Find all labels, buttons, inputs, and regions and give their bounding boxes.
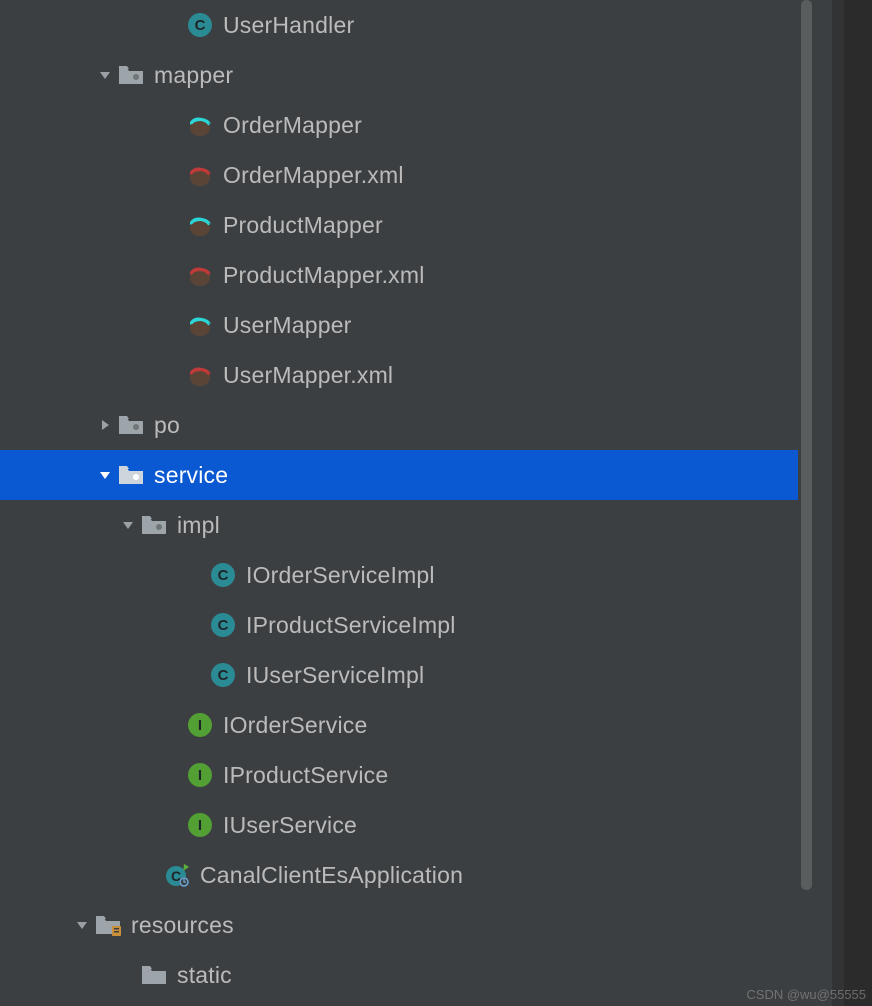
tree-row[interactable]: C IProductServiceImpl (0, 600, 815, 650)
tree-item-label: ProductMapper.xml (223, 262, 425, 289)
mybatis-cyan-icon (187, 112, 213, 138)
tree-row[interactable]: OrderMapper (0, 100, 815, 150)
editor-gutter (844, 0, 872, 1006)
class-icon: C (187, 12, 213, 38)
chevron-down-icon[interactable] (92, 468, 118, 482)
tree-item-label: UserMapper (223, 312, 352, 339)
tree-row[interactable]: I IOrderService (0, 700, 815, 750)
interface-icon: I (187, 762, 213, 788)
tree-row[interactable]: ProductMapper.xml (0, 250, 815, 300)
scrollbar-thumb[interactable] (801, 0, 812, 890)
tree-row[interactable]: OrderMapper.xml (0, 150, 815, 200)
tree-item-label: IProductServiceImpl (246, 612, 456, 639)
tree-item-label: UserMapper.xml (223, 362, 393, 389)
mybatis-red-icon (187, 362, 213, 388)
folder-icon (118, 412, 144, 438)
tree-row[interactable]: impl (0, 500, 815, 550)
interface-icon: I (187, 812, 213, 838)
tree-item-label: UserHandler (223, 12, 354, 39)
tree-item-label: po (154, 412, 180, 439)
tree-row[interactable]: C IUserServiceImpl (0, 650, 815, 700)
mybatis-cyan-icon (187, 212, 213, 238)
tree-item-label: mapper (154, 62, 233, 89)
tree-item-label: CanalClientEsApplication (200, 862, 463, 889)
interface-icon: I (187, 712, 213, 738)
mybatis-red-icon (187, 262, 213, 288)
app-icon: C (164, 862, 190, 888)
folder-icon (118, 462, 144, 488)
tree-row[interactable]: I IUserService (0, 800, 815, 850)
tree-item-label: IUserServiceImpl (246, 662, 424, 689)
tree-row[interactable]: static (0, 950, 815, 1000)
tree-row[interactable]: UserMapper (0, 300, 815, 350)
tree-row[interactable]: C CanalClientEsApplication (0, 850, 815, 900)
tree-item-label: IProductService (223, 762, 388, 789)
resource-folder-icon (95, 912, 121, 938)
tree-row[interactable]: po (0, 400, 815, 450)
panel-divider[interactable] (832, 0, 844, 1006)
tree-row[interactable]: service (0, 450, 815, 500)
class-icon: C (210, 662, 236, 688)
tree-item-label: IOrderServiceImpl (246, 562, 435, 589)
tree-rows-container: C UserHandler mapper OrderMapper OrderMap… (0, 0, 815, 1000)
tree-item-label: resources (131, 912, 234, 939)
tree-item-label: service (154, 462, 228, 489)
tree-item-label: ProductMapper (223, 212, 383, 239)
class-icon: C (210, 562, 236, 588)
mybatis-cyan-icon (187, 312, 213, 338)
tree-row[interactable]: ProductMapper (0, 200, 815, 250)
tree-row[interactable]: mapper (0, 50, 815, 100)
chevron-right-icon[interactable] (92, 418, 118, 432)
chevron-down-icon[interactable] (92, 68, 118, 82)
chevron-down-icon[interactable] (115, 518, 141, 532)
tree-item-label: IUserService (223, 812, 357, 839)
tree-row[interactable]: resources (0, 900, 815, 950)
tree-row[interactable]: C IOrderServiceImpl (0, 550, 815, 600)
folder-icon (118, 62, 144, 88)
project-tree-panel: C UserHandler mapper OrderMapper OrderMap… (0, 0, 815, 1006)
class-icon: C (210, 612, 236, 638)
scrollbar-track[interactable] (798, 0, 815, 1006)
tree-item-label: impl (177, 512, 220, 539)
tree-item-label: static (177, 962, 232, 989)
mybatis-red-icon (187, 162, 213, 188)
tree-row[interactable]: I IProductService (0, 750, 815, 800)
watermark-text: CSDN @wu@55555 (746, 987, 866, 1002)
chevron-down-icon[interactable] (69, 918, 95, 932)
folder-icon (141, 512, 167, 538)
tree-row[interactable]: C UserHandler (0, 0, 815, 50)
tree-item-label: OrderMapper.xml (223, 162, 404, 189)
tree-row[interactable]: UserMapper.xml (0, 350, 815, 400)
folder-plain-icon (141, 962, 167, 988)
tree-item-label: OrderMapper (223, 112, 362, 139)
tree-item-label: IOrderService (223, 712, 367, 739)
